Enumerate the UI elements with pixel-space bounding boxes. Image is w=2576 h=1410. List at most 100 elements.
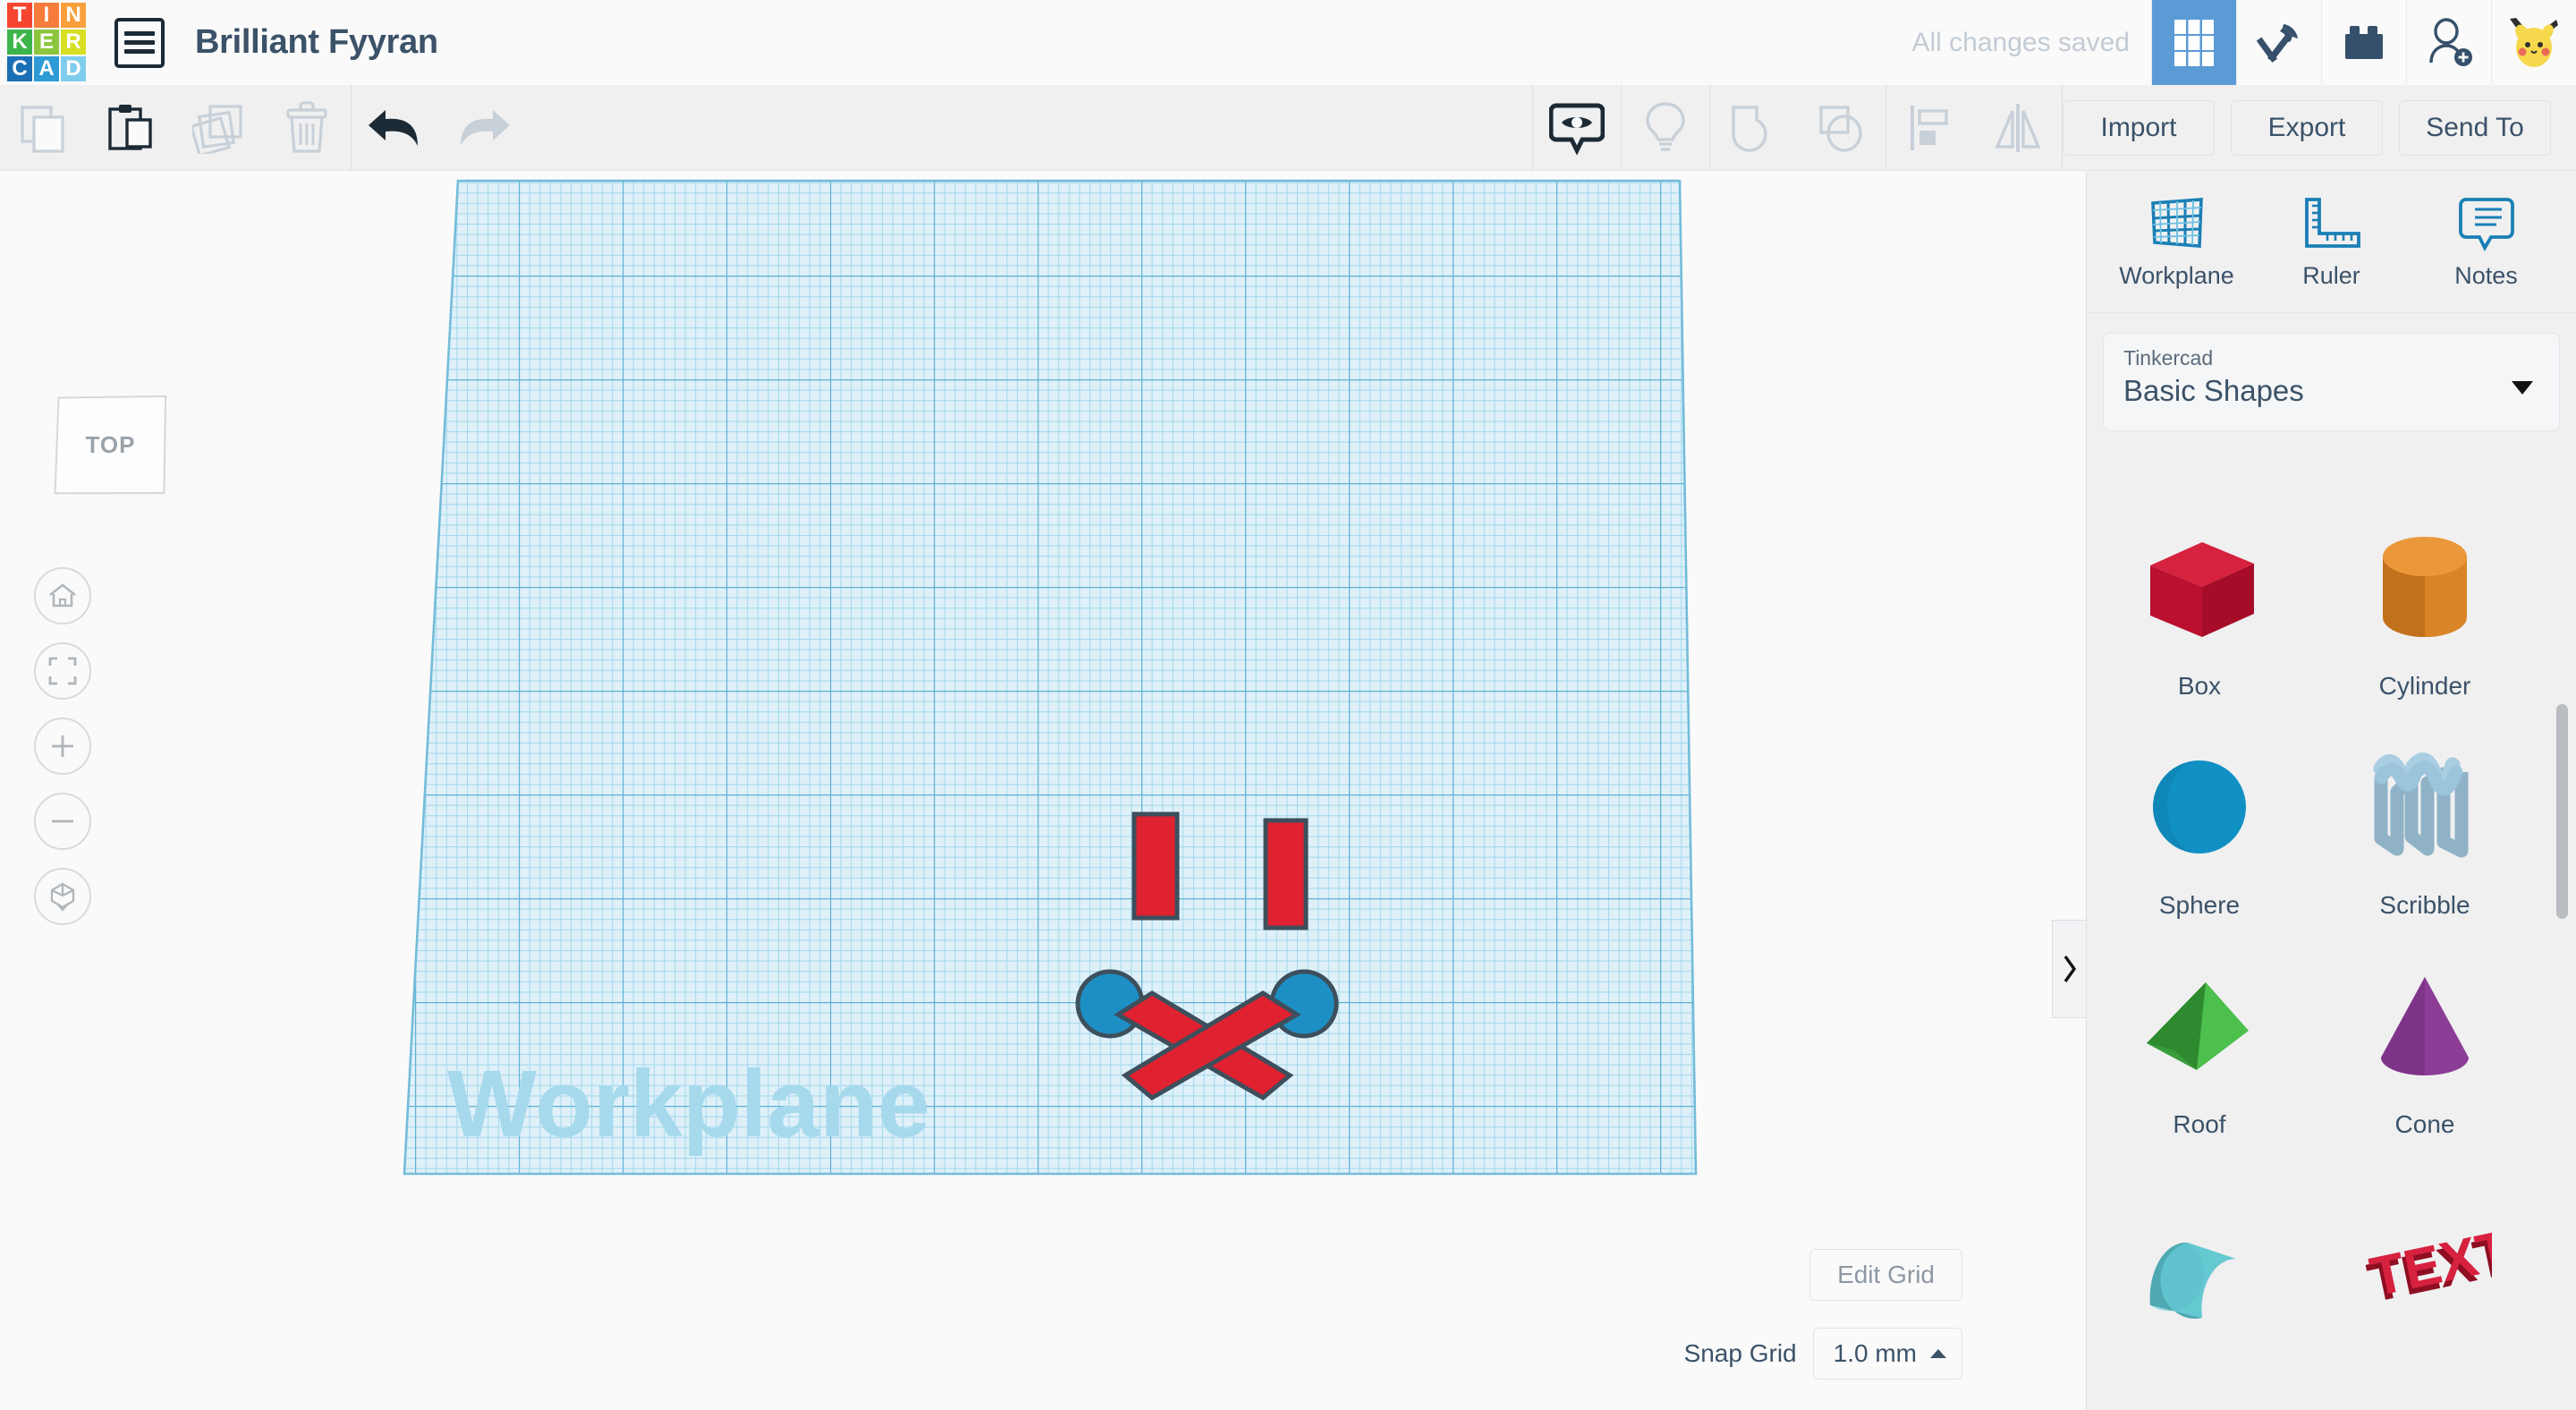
workplane-canvas[interactable]: Workplane — [0, 172, 2086, 1410]
redo-button[interactable] — [439, 85, 527, 171]
brick-icon[interactable] — [2321, 0, 2406, 85]
shape-row: Sphere Scribble — [2087, 706, 2576, 925]
cone-thumbnail — [2312, 953, 2538, 1103]
home-view-button[interactable] — [34, 567, 91, 624]
clipboard-tool-group — [0, 85, 351, 171]
snap-grid-value: 1.0 mm — [1834, 1339, 1917, 1368]
menu-line — [124, 31, 155, 36]
group-button[interactable] — [1710, 85, 1798, 171]
import-button[interactable]: Import — [2063, 100, 2215, 156]
workplane-icon — [2146, 194, 2208, 253]
snap-grid-select[interactable]: 1.0 mm — [1813, 1328, 1962, 1380]
object-tool-group — [1533, 85, 2062, 171]
red-bar-eye-left — [1134, 814, 1177, 918]
logo-tile: K — [7, 30, 32, 55]
duplicate-button[interactable] — [175, 85, 263, 171]
red-bar-eye-right — [1266, 820, 1306, 928]
collapse-panel-button[interactable] — [2052, 920, 2086, 1018]
shape-tube[interactable] — [2087, 1144, 2312, 1363]
avatar-pikachu[interactable] — [2491, 0, 2576, 85]
workplane-watermark: Workplane — [447, 1051, 930, 1157]
menu-line — [124, 40, 155, 45]
shape-cone[interactable]: Cone — [2312, 925, 2538, 1144]
header-icon-group — [2151, 0, 2576, 85]
logo-tile: D — [61, 56, 86, 81]
logo-tile: E — [34, 30, 59, 55]
logo-tile: T — [7, 3, 32, 28]
undo-button[interactable] — [352, 85, 439, 171]
panel-tool-row: Workplane Ruler Notes — [2087, 172, 2576, 313]
shapes-panel: Workplane Ruler Notes — [2086, 172, 2576, 1410]
menu-line — [124, 49, 155, 54]
align-button[interactable] — [1886, 85, 1974, 171]
edit-grid-button[interactable]: Edit Grid — [1809, 1249, 1962, 1301]
export-button[interactable]: Export — [2231, 100, 2383, 156]
shape-box-label: Box — [2178, 672, 2221, 701]
pickaxe-icon[interactable] — [2236, 0, 2321, 85]
send-to-button[interactable]: Send To — [2399, 100, 2551, 156]
shape-library-grid[interactable]: Box Cylinder — [2087, 487, 2576, 1410]
shape-sphere-label: Sphere — [2159, 891, 2240, 920]
editor-viewport[interactable]: Workplane TOP — [0, 172, 2086, 1410]
delete-button[interactable] — [263, 85, 351, 171]
library-source-label: Tinkercad — [2123, 346, 2539, 370]
shape-cylinder-label: Cylinder — [2379, 672, 2471, 701]
box-thumbnail — [2087, 514, 2312, 665]
shape-scribble-label: Scribble — [2379, 891, 2470, 920]
shape-roof[interactable]: Roof — [2087, 925, 2312, 1144]
shape-text[interactable]: TEXT TEXT — [2312, 1144, 2538, 1363]
zoom-in-button[interactable] — [34, 718, 91, 775]
page-title: Brilliant Fyyran — [195, 23, 438, 62]
shape-row: Roof Cone — [2087, 925, 2576, 1144]
logo-tile: I — [34, 3, 59, 28]
notes-tool-label: Notes — [2454, 262, 2518, 290]
library-selected-value: Basic Shapes — [2123, 374, 2539, 408]
notes-icon — [2457, 194, 2516, 253]
main-toolbar: Import Export Send To — [0, 85, 2576, 171]
hint-bulb-button[interactable] — [1622, 85, 1709, 171]
ungroup-button[interactable] — [1798, 85, 1885, 171]
shape-cone-label: Cone — [2395, 1110, 2455, 1139]
shape-cylinder[interactable]: Cylinder — [2312, 487, 2538, 706]
history-tool-group — [352, 85, 527, 171]
menu-icon[interactable] — [114, 18, 165, 68]
logo-tile: C — [7, 56, 32, 81]
shape-row: Box Cylinder — [2087, 487, 2576, 706]
add-user-icon[interactable] — [2406, 0, 2491, 85]
halfcylinder-thumbnail — [2087, 1201, 2312, 1351]
perspective-toggle-button[interactable] — [34, 868, 91, 925]
shape-panel-scrollbar[interactable] — [2556, 704, 2568, 919]
copy-button[interactable] — [0, 85, 88, 171]
show-hide-button[interactable] — [1533, 85, 1621, 171]
svg-text:TEXT: TEXT — [2365, 1219, 2492, 1308]
roof-thumbnail — [2087, 953, 2312, 1103]
shape-box[interactable]: Box — [2087, 487, 2312, 706]
mirror-button[interactable] — [1974, 85, 2062, 171]
tinkercad-logo[interactable]: T I N K E R C A D — [7, 3, 86, 81]
shape-library-select[interactable]: Tinkercad Basic Shapes — [2103, 333, 2560, 431]
fit-to-view-button[interactable] — [34, 642, 91, 700]
shape-row: TEXT TEXT — [2087, 1144, 2576, 1363]
shape-sphere[interactable]: Sphere — [2087, 706, 2312, 925]
paste-button[interactable] — [88, 85, 175, 171]
save-status: All changes saved — [1912, 28, 2152, 58]
top-bar: T I N K E R C A D Brilliant Fyyran All c… — [0, 0, 2576, 85]
view-cube[interactable]: TOP — [55, 395, 165, 494]
notes-tool[interactable]: Notes — [2419, 194, 2554, 290]
snap-grid-label: Snap Grid — [1684, 1339, 1797, 1368]
shape-scribble[interactable]: Scribble — [2312, 706, 2538, 925]
logo-tile: A — [34, 56, 59, 81]
grid-view-icon[interactable] — [2151, 0, 2236, 85]
logo-tile: R — [61, 30, 86, 55]
text-thumbnail: TEXT TEXT — [2312, 1201, 2538, 1351]
chevron-right-icon — [2062, 955, 2078, 983]
chevron-down-icon — [2509, 378, 2536, 396]
workplane-tool-label: Workplane — [2119, 262, 2234, 290]
toolbar-action-group: Import Export Send To — [2063, 100, 2576, 156]
workplane-tool[interactable]: Workplane — [2110, 194, 2244, 290]
zoom-out-button[interactable] — [34, 793, 91, 850]
caret-up-icon — [1929, 1347, 1947, 1360]
view-cube-label: TOP — [55, 395, 165, 494]
ruler-tool[interactable]: Ruler — [2265, 194, 2399, 290]
snap-grid-control: Snap Grid 1.0 mm — [1684, 1328, 1962, 1380]
